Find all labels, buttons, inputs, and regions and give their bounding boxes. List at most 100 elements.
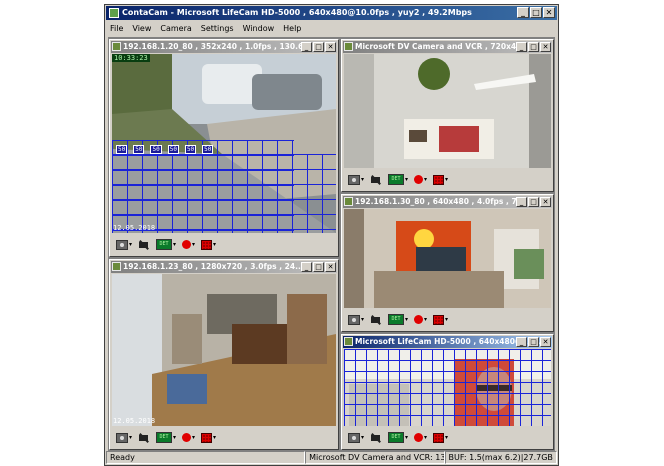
minimize-button[interactable]: _	[516, 337, 527, 347]
detection-button[interactable]: DET ▾	[156, 430, 176, 445]
camera-toolbar: ▾ DET ▾ ▾ ▾	[344, 428, 551, 447]
camera-window-1[interactable]: 192.168.1.20_80 , 352x240 , 1.0fps , 130…	[109, 39, 339, 257]
zones-grid-icon	[433, 432, 445, 443]
camera-off-button[interactable]	[138, 430, 150, 445]
minimize-button[interactable]: _	[516, 42, 527, 52]
app-titlebar[interactable]: ContaCam - Microsoft LifeCam HD-5000 , 6…	[106, 6, 557, 20]
menu-help[interactable]: Help	[283, 22, 301, 36]
camera-off-icon	[370, 432, 382, 444]
snapshot-icon	[348, 314, 360, 325]
camera-window-3[interactable]: 192.168.1.30_80 , 640x480 , 4.0fps , 73.…	[341, 194, 554, 332]
snapshot-button[interactable]: ▾	[116, 237, 132, 252]
camera-window-2[interactable]: Microsoft DV Camera and VCR , 720x480 ..…	[341, 39, 554, 192]
close-button[interactable]: ✕	[325, 42, 336, 52]
snapshot-icon	[116, 239, 128, 250]
dropdown-arrow-icon[interactable]: ▾	[361, 316, 364, 323]
contacam-app-icon[interactable]	[109, 8, 119, 18]
snapshot-button[interactable]: ▾	[348, 172, 364, 187]
zones-button[interactable]: ▾	[201, 237, 216, 252]
close-button[interactable]: ✕	[325, 262, 336, 272]
maximize-button[interactable]: □	[528, 42, 539, 52]
close-button[interactable]: ✕	[543, 7, 555, 18]
detection-button[interactable]: DET ▾	[388, 312, 408, 327]
minimize-button[interactable]: _	[516, 197, 527, 207]
camera-video-feed[interactable]: 50 50 50 50 50 50 10:33:23 12.05.2018	[112, 54, 336, 233]
camera-window-title[interactable]: Microsoft LifeCam HD-5000 , 640x480@10..…	[343, 336, 552, 348]
zones-button[interactable]: ▾	[433, 312, 448, 327]
maximize-button[interactable]: □	[528, 197, 539, 207]
camera-video-feed[interactable]	[344, 54, 551, 168]
camera-off-button[interactable]	[138, 237, 150, 252]
record-icon	[182, 240, 192, 249]
close-button[interactable]: ✕	[540, 197, 551, 207]
record-button[interactable]: ▾	[182, 430, 195, 445]
detection-button[interactable]: DET ▾	[156, 237, 176, 252]
camera-window-title[interactable]: 192.168.1.23_80 , 1280x720 , 3.0fps , 24…	[111, 261, 337, 273]
menu-file[interactable]: File	[110, 22, 123, 36]
detection-value: 50	[133, 145, 145, 154]
camera-off-icon	[138, 239, 150, 251]
camera-window-title[interactable]: 192.168.1.20_80 , 352x240 , 1.0fps , 130…	[111, 41, 337, 53]
camera-off-button[interactable]	[370, 430, 382, 445]
camera-off-button[interactable]	[370, 172, 382, 187]
dropdown-arrow-icon[interactable]: ▾	[129, 241, 132, 248]
close-button[interactable]: ✕	[540, 42, 551, 52]
camera-video-feed[interactable]	[344, 349, 551, 426]
dropdown-arrow-icon[interactable]: ▾	[405, 316, 408, 323]
snapshot-button[interactable]: ▾	[348, 430, 364, 445]
dropdown-arrow-icon[interactable]: ▾	[129, 434, 132, 441]
minimize-button[interactable]: _	[301, 262, 312, 272]
detection-button[interactable]: DET ▾	[388, 172, 408, 187]
dropdown-arrow-icon[interactable]: ▾	[405, 434, 408, 441]
maximize-button[interactable]: □	[313, 42, 324, 52]
snapshot-button[interactable]: ▾	[116, 430, 132, 445]
dropdown-arrow-icon[interactable]: ▾	[424, 434, 427, 441]
dropdown-arrow-icon[interactable]: ▾	[213, 434, 216, 441]
dropdown-arrow-icon[interactable]: ▾	[173, 434, 176, 441]
dropdown-arrow-icon[interactable]: ▾	[424, 316, 427, 323]
dropdown-arrow-icon[interactable]: ▾	[361, 176, 364, 183]
record-button[interactable]: ▾	[414, 172, 427, 187]
menu-settings[interactable]: Settings	[201, 22, 234, 36]
menu-camera[interactable]: Camera	[160, 22, 191, 36]
dropdown-arrow-icon[interactable]: ▾	[192, 434, 195, 441]
detection-value: 50	[184, 145, 197, 154]
record-button[interactable]: ▾	[414, 312, 427, 327]
camera-video-feed[interactable]	[344, 209, 551, 308]
dropdown-arrow-icon[interactable]: ▾	[192, 241, 195, 248]
maximize-button[interactable]: □	[313, 262, 324, 272]
menu-view[interactable]: View	[132, 22, 151, 36]
record-button[interactable]: ▾	[182, 237, 195, 252]
camera-icon	[344, 337, 353, 346]
minimize-button[interactable]: _	[517, 7, 529, 18]
detection-button[interactable]: DET ▾	[388, 430, 408, 445]
zones-grid-icon	[433, 174, 445, 185]
dropdown-arrow-icon[interactable]: ▾	[213, 241, 216, 248]
osd-timestamp: 10:33:23	[112, 54, 150, 62]
dropdown-arrow-icon[interactable]: ▾	[361, 434, 364, 441]
zones-button[interactable]: ▾	[433, 430, 448, 445]
camera-window-5[interactable]: Microsoft LifeCam HD-5000 , 640x480@10..…	[341, 334, 554, 450]
dropdown-arrow-icon[interactable]: ▾	[445, 176, 448, 183]
camera-window-4[interactable]: 192.168.1.23_80 , 1280x720 , 3.0fps , 24…	[109, 259, 339, 450]
dropdown-arrow-icon[interactable]: ▾	[405, 176, 408, 183]
record-button[interactable]: ▾	[414, 430, 427, 445]
dropdown-arrow-icon[interactable]: ▾	[424, 176, 427, 183]
dropdown-arrow-icon[interactable]: ▾	[173, 241, 176, 248]
living-room-scene	[344, 209, 551, 308]
minimize-button[interactable]: _	[301, 42, 312, 52]
camera-video-feed[interactable]: 12.05.2018	[112, 274, 336, 426]
zones-button[interactable]: ▾	[201, 430, 216, 445]
maximize-button[interactable]: □	[528, 337, 539, 347]
menu-window[interactable]: Window	[243, 22, 275, 36]
snapshot-button[interactable]: ▾	[348, 312, 364, 327]
close-button[interactable]: ✕	[540, 337, 551, 347]
dropdown-arrow-icon[interactable]: ▾	[445, 316, 448, 323]
camera-off-button[interactable]	[370, 312, 382, 327]
dropdown-arrow-icon[interactable]: ▾	[445, 434, 448, 441]
camera-window-title[interactable]: 192.168.1.30_80 , 640x480 , 4.0fps , 73.…	[343, 196, 552, 208]
maximize-button[interactable]: □	[530, 7, 542, 18]
detection-icon: DET	[388, 314, 405, 325]
camera-window-title[interactable]: Microsoft DV Camera and VCR , 720x480 ..…	[343, 41, 552, 53]
zones-button[interactable]: ▾	[433, 172, 448, 187]
